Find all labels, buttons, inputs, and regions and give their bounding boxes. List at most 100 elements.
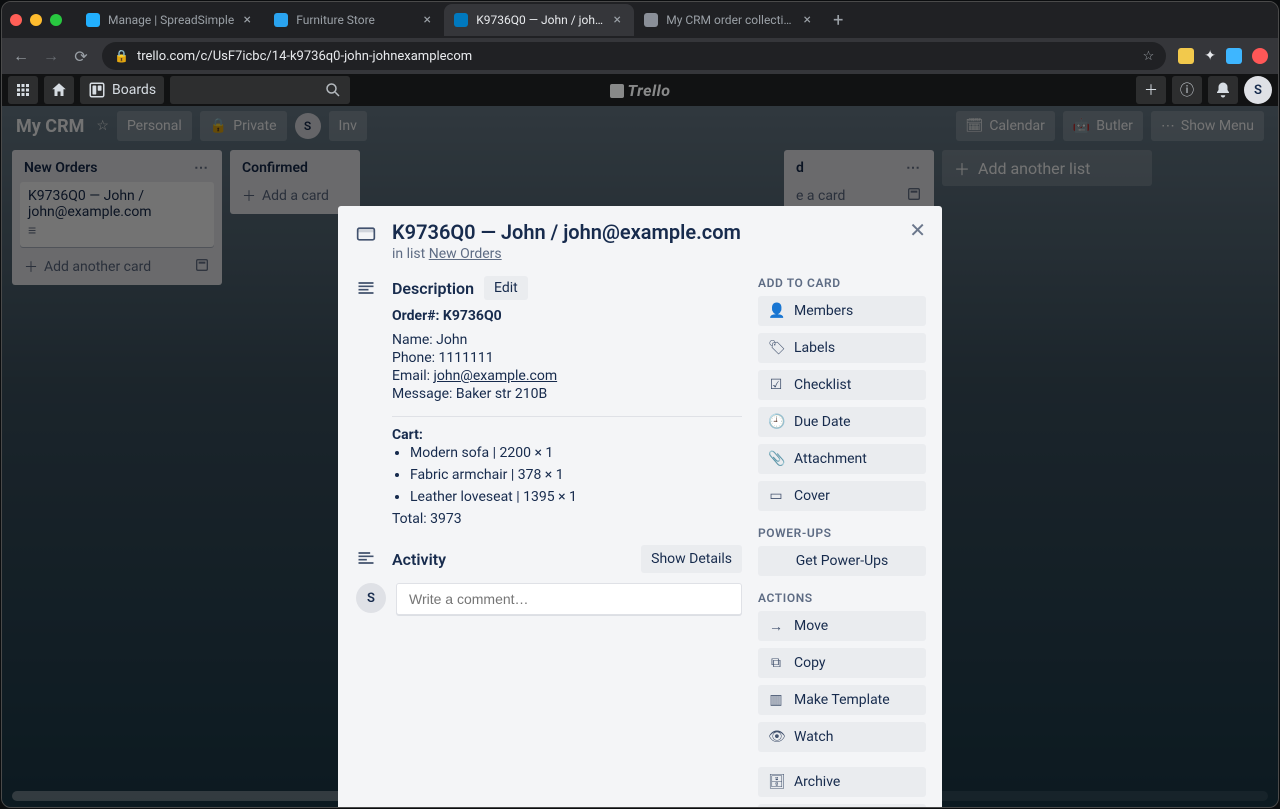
favicon-icon [454, 13, 468, 27]
due-date-button[interactable]: 🕘Due Date [758, 407, 926, 437]
close-window-dot[interactable] [10, 14, 22, 26]
browser-tab[interactable]: My CRM order collection | Inte × [634, 4, 824, 36]
archive-button[interactable]: 🗄Archive [758, 767, 926, 797]
tab-title: K9736Q0 — John / john@exam [476, 13, 604, 27]
browser-tab[interactable]: Furniture Store × [264, 4, 444, 36]
email-link[interactable]: john@example.com [434, 368, 558, 384]
customer-name: Name: John [392, 332, 742, 348]
search-input[interactable] [170, 76, 350, 104]
edit-description-button[interactable]: Edit [484, 276, 528, 300]
window-controls [10, 14, 62, 26]
cart-item: Fabric armchair | 378 × 1 [410, 467, 742, 483]
extension-icon[interactable] [1178, 48, 1194, 64]
address-bar[interactable]: 🔒 trello.com/c/UsF7icbc/14-k9736q0-john-… [102, 42, 1166, 70]
labels-icon: 🏷 [768, 340, 784, 356]
close-tab-icon[interactable]: × [800, 13, 814, 27]
card-title[interactable]: K9736Q0 — John / john@example.com [392, 220, 741, 244]
customer-message: Message: Baker str 210B [392, 386, 742, 402]
new-tab-button[interactable]: + [824, 10, 852, 31]
boards-icon [88, 81, 106, 99]
eye-icon: 👁 [768, 729, 784, 745]
description-icon [356, 278, 378, 302]
attachment-button[interactable]: 📎Attachment [758, 444, 926, 474]
search-icon [324, 81, 342, 99]
cover-icon: ▭ [768, 488, 784, 504]
apps-menu-button[interactable] [8, 76, 38, 104]
extensions-menu-icon[interactable]: ✦ [1204, 48, 1216, 64]
copy-button[interactable]: ⧉Copy [758, 648, 926, 678]
card-modal: ✕ K9736Q0 — John / john@example.com in l… [338, 206, 942, 807]
list-link[interactable]: New Orders [429, 246, 502, 262]
home-button[interactable] [44, 76, 74, 104]
get-powerups-button[interactable]: Get Power-Ups [758, 546, 926, 576]
customer-phone: Phone: 1111111 [392, 350, 742, 366]
browser-tab-active[interactable]: K9736Q0 — John / john@exam × [444, 4, 634, 36]
activity-heading: Activity [392, 550, 627, 569]
card-sidebar: ADD TO CARD 👤Members 🏷Labels ☑Checklist … [758, 276, 926, 807]
trello-topnav: Boards Trello ＋ ⓘ S [2, 74, 1278, 106]
cover-button[interactable]: ▭Cover [758, 481, 926, 511]
close-tab-icon[interactable]: × [610, 13, 624, 27]
bookmark-star-icon[interactable]: ☆ [1143, 49, 1155, 64]
copy-icon: ⧉ [768, 655, 784, 671]
back-button[interactable]: ← [12, 46, 30, 66]
browser-tab-strip: Manage | SpreadSimple × Furniture Store … [2, 2, 1278, 38]
close-tab-icon[interactable]: × [420, 13, 434, 27]
tab-title: My CRM order collection | Inte [666, 13, 794, 27]
minimize-window-dot[interactable] [30, 14, 42, 26]
order-number: Order#: K9736Q0 [392, 308, 742, 324]
template-icon: ▥ [768, 692, 784, 708]
show-details-button[interactable]: Show Details [641, 545, 742, 573]
move-button[interactable]: →Move [758, 611, 926, 641]
board-area: My CRM ☆ Personal 🔒Private S Inv 🗓Calend… [2, 106, 1278, 807]
favicon-icon [274, 13, 288, 27]
close-modal-button[interactable]: ✕ [909, 220, 926, 240]
cart-heading: Cart: [392, 427, 742, 443]
close-tab-icon[interactable]: × [240, 13, 254, 27]
comment-input[interactable] [396, 583, 742, 615]
arrow-right-icon: → [768, 618, 784, 635]
customer-email: Email: john@example.com [392, 368, 742, 384]
description-content[interactable]: Order#: K9736Q0 Name: John Phone: 111111… [392, 308, 742, 527]
watch-button[interactable]: 👁Watch [758, 722, 926, 752]
extension-icon[interactable] [1252, 48, 1268, 64]
account-avatar[interactable]: S [1244, 76, 1272, 104]
tab-title: Manage | SpreadSimple [108, 13, 234, 27]
cart-item: Leather loveseat | 1395 × 1 [410, 489, 742, 505]
sidebar-heading: POWER-UPS [758, 526, 926, 540]
tab-title: Furniture Store [296, 13, 414, 27]
reload-button[interactable]: ⟳ [72, 47, 90, 66]
labels-button[interactable]: 🏷Labels [758, 333, 926, 363]
url-text: trello.com/c/UsF7icbc/14-k9736q0-john-jo… [137, 49, 472, 64]
notifications-button[interactable] [1208, 76, 1238, 104]
checklist-button[interactable]: ☑Checklist [758, 370, 926, 400]
extension-icons: ✦ [1178, 48, 1268, 64]
members-icon: 👤 [768, 303, 784, 319]
boards-label: Boards [112, 82, 156, 98]
make-template-button[interactable]: ▥Make Template [758, 685, 926, 715]
description-heading: Description [392, 279, 474, 298]
cart-item: Modern sofa | 2200 × 1 [410, 445, 742, 461]
extension-icon[interactable] [1226, 48, 1242, 64]
archive-icon: 🗄 [768, 774, 784, 790]
browser-url-bar: ← → ⟳ 🔒 trello.com/c/UsF7icbc/14-k9736q0… [2, 38, 1278, 74]
members-button[interactable]: 👤Members [758, 296, 926, 326]
sidebar-heading: ADD TO CARD [758, 276, 926, 290]
browser-tab[interactable]: Manage | SpreadSimple × [76, 4, 264, 36]
sidebar-heading: ACTIONS [758, 591, 926, 605]
create-button[interactable]: ＋ [1136, 76, 1166, 104]
activity-icon [356, 548, 378, 572]
favicon-icon [86, 13, 100, 27]
share-button[interactable]: ↗Share [758, 804, 926, 807]
info-button[interactable]: ⓘ [1172, 76, 1202, 104]
cart-items: Modern sofa | 2200 × 1 Fabric armchair |… [410, 445, 742, 505]
user-avatar[interactable]: S [356, 583, 386, 613]
boards-menu-button[interactable]: Boards [80, 76, 164, 104]
cart-total: Total: 3973 [392, 511, 742, 527]
attachment-icon: 📎 [768, 451, 784, 467]
maximize-window-dot[interactable] [50, 14, 62, 26]
card-icon [356, 224, 378, 248]
forward-button[interactable]: → [42, 46, 60, 66]
divider [392, 416, 742, 417]
checklist-icon: ☑ [768, 377, 784, 393]
